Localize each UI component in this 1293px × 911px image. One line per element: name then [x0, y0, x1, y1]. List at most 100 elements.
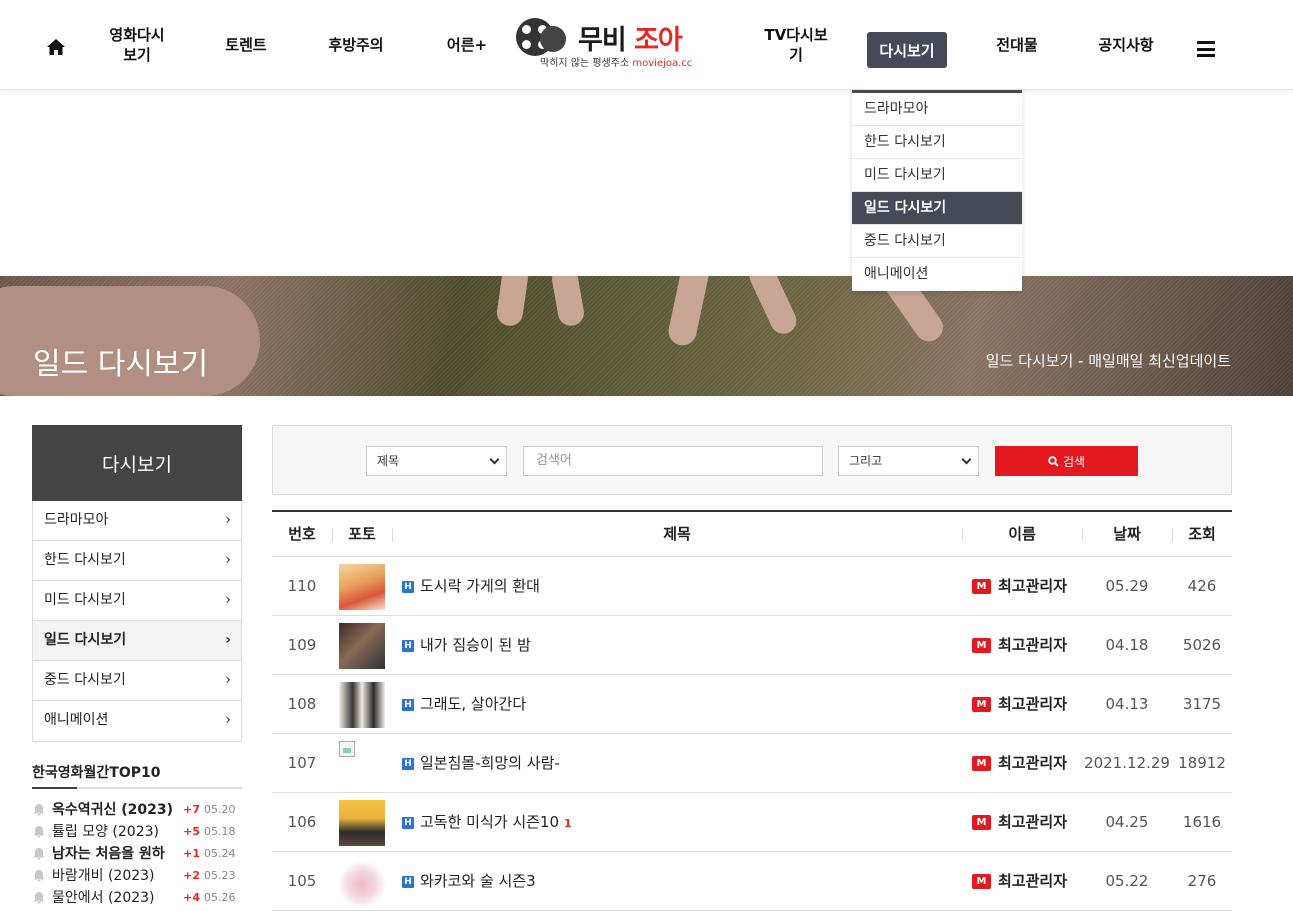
nav-item-torrent[interactable]: 토렌트 — [206, 0, 286, 90]
row-title[interactable]: H 내가 짐승이 된 밤 — [402, 616, 531, 674]
row-author[interactable]: M 최고관리자 — [972, 734, 1067, 792]
row-author[interactable]: M 최고관리자 — [972, 675, 1067, 733]
search-operator-select[interactable]: 그리고 — [838, 446, 979, 476]
nav-item-adult[interactable]: 어른+ — [427, 0, 507, 90]
sidebar-item-drama[interactable]: 드라마모아 › — [33, 501, 241, 541]
row-views: 18912 — [1178, 754, 1226, 772]
nav-item-tv[interactable]: TV다시보 기 — [756, 0, 836, 90]
logo-brand: 무비 조아 — [578, 25, 683, 56]
top10-item-title[interactable]: 튤립 모양 (2023) — [52, 821, 174, 841]
search-button[interactable]: 검색 — [995, 446, 1138, 476]
sidebar-item-kdrama[interactable]: 한드 다시보기 › — [33, 541, 241, 581]
top10-item-rank-change: +2 — [183, 868, 200, 882]
nav-item-notice[interactable]: 공지사항 — [1086, 0, 1166, 90]
new-badge-icon: H — [402, 698, 414, 711]
rewatch-dropdown: 드라마모아 한드 다시보기 미드 다시보기 일드 다시보기 중드 다시보기 애니… — [852, 90, 1022, 291]
dropdown-item-animation[interactable]: 애니메이션 — [852, 258, 1022, 291]
row-date: 04.13 — [1105, 695, 1149, 713]
row-title[interactable]: H 도시락 가게의 환대 — [402, 557, 540, 615]
table-row[interactable]: 105 H 와카코와 술 시즌3 M 최고관리자 05.22 276 — [272, 852, 1232, 911]
top10-item[interactable]: 옥수역귀신 (2023) +7 05.20 — [32, 798, 247, 820]
row-title[interactable]: H 그래도, 살아간다 — [402, 675, 526, 733]
row-views: 5026 — [1182, 636, 1222, 654]
hamburger-menu-icon[interactable] — [1197, 41, 1215, 57]
row-author[interactable]: M 최고관리자 — [972, 793, 1067, 851]
sidebar-item-udrama[interactable]: 미드 다시보기 › — [33, 581, 241, 621]
row-thumbnail[interactable] — [339, 682, 385, 728]
top10-item-title[interactable]: 남자는 처음을 원하 — [52, 843, 174, 863]
table-row[interactable]: 109 H 내가 짐승이 된 밤 M 최고관리자 04.18 5026 — [272, 616, 1232, 675]
dropdown-item-kdrama[interactable]: 한드 다시보기 — [852, 126, 1022, 159]
row-views: 426 — [1187, 577, 1217, 595]
dropdown-item-udrama[interactable]: 미드 다시보기 — [852, 159, 1022, 192]
sidebar-item-animation[interactable]: 애니메이션 › — [33, 701, 241, 741]
row-date: 05.22 — [1105, 872, 1149, 890]
column-views[interactable]: 조회 — [1172, 512, 1232, 557]
row-thumbnail[interactable] — [339, 800, 385, 846]
member-badge-icon: M — [972, 815, 991, 830]
new-badge-icon: H — [402, 816, 414, 829]
chevron-right-icon: › — [225, 712, 231, 728]
sidebar-item-jdrama[interactable]: 일드 다시보기 › — [33, 621, 241, 661]
bell-icon — [33, 869, 45, 882]
table-row[interactable]: 108 H 그래도, 살아간다 M 최고관리자 04.13 3175 — [272, 675, 1232, 734]
top10-item-title[interactable]: 옥수역귀신 (2023) — [52, 799, 174, 819]
row-author[interactable]: M 최고관리자 — [972, 557, 1067, 615]
row-title[interactable]: H 고독한 미식가 시즌10 1 — [402, 793, 572, 851]
row-author[interactable]: M 최고관리자 — [972, 852, 1067, 910]
top10-item[interactable]: 남자는 처음을 원하 +1 05.24 — [32, 842, 247, 864]
nav-item-sentai[interactable]: 전대물 — [977, 0, 1057, 90]
row-thumbnail[interactable] — [339, 623, 385, 669]
bell-icon — [33, 803, 45, 816]
table-row[interactable]: 110 H 도시락 가게의 환대 M 최고관리자 05.29 426 — [272, 557, 1232, 616]
chevron-right-icon: › — [225, 632, 231, 648]
table-header: 번호 포토 제목 이름 날짜 조회 — [272, 510, 1232, 557]
bell-icon — [33, 825, 45, 838]
nav-item-rear-warning[interactable]: 후방주의 — [316, 0, 396, 90]
nav-item-movies[interactable]: 영화다시 보기 — [92, 0, 182, 90]
new-badge-icon: H — [402, 580, 414, 593]
row-date: 2021.12.29 — [1084, 754, 1170, 772]
home-icon[interactable] — [46, 38, 66, 56]
top10-item-rank-change: +1 — [183, 846, 200, 860]
top10-divider — [32, 787, 242, 789]
top10-item[interactable]: 튤립 모양 (2023) +5 05.18 — [32, 820, 247, 842]
member-badge-icon: M — [972, 697, 991, 712]
row-date: 04.25 — [1105, 813, 1149, 831]
top10-item-title[interactable]: 바람개비 (2023) — [52, 865, 174, 885]
column-title[interactable]: 제목 — [392, 512, 962, 557]
page-banner: 일드 다시보기 일드 다시보기 - 매일매일 최신업데이트 — [0, 276, 1293, 396]
search-input[interactable]: 검색어 — [523, 446, 823, 476]
chevron-down-icon — [489, 454, 500, 465]
site-logo[interactable]: 무비 조아 막히지 않는 평생주소 moviejoa.cc — [514, 8, 696, 72]
top10-item-title[interactable]: 물안에서 (2023) — [52, 887, 174, 907]
sidebar-item-cdrama[interactable]: 중드 다시보기 › — [33, 661, 241, 701]
top10-item[interactable]: 바람개비 (2023) +2 05.23 — [32, 864, 247, 886]
chevron-right-icon: › — [225, 672, 231, 688]
row-title[interactable]: H 와카코와 술 시즌3 — [402, 852, 536, 910]
dropdown-item-jdrama[interactable]: 일드 다시보기 — [852, 192, 1022, 225]
column-date[interactable]: 날짜 — [1082, 512, 1172, 557]
top10-item[interactable]: 물안에서 (2023) +4 05.26 — [32, 886, 247, 908]
row-author[interactable]: M 최고관리자 — [972, 616, 1067, 674]
row-title[interactable]: H 일본침몰-희망의 사람- — [402, 734, 560, 792]
page-title: 일드 다시보기 — [33, 347, 209, 382]
table-row[interactable]: 107 H 일본침몰-희망의 사람- M 최고관리자 2021.12.29 1891… — [272, 734, 1232, 793]
row-thumbnail[interactable] — [339, 564, 385, 610]
top10-item-date: 05.23 — [204, 868, 236, 882]
broken-image-icon[interactable] — [339, 741, 355, 757]
dropdown-item-cdrama[interactable]: 중드 다시보기 — [852, 225, 1022, 258]
row-thumbnail[interactable] — [339, 859, 385, 905]
dropdown-item-drama[interactable]: 드라마모아 — [852, 93, 1022, 126]
top10-item-rank-change: +5 — [183, 824, 200, 838]
row-number: 109 — [287, 636, 317, 654]
top10-title: 한국영화월간TOP10 — [32, 765, 161, 781]
row-number: 105 — [287, 872, 317, 890]
table-row[interactable]: 106 H 고독한 미식가 시즌10 1 M 최고관리자 04.25 1616 — [272, 793, 1232, 852]
search-field-select[interactable]: 제목 — [366, 446, 507, 476]
column-photo: 포토 — [348, 525, 376, 543]
row-views: 1616 — [1182, 813, 1222, 831]
nav-item-rewatch[interactable]: 다시보기 — [867, 32, 947, 68]
film-reel-small-icon — [540, 26, 566, 52]
member-badge-icon: M — [972, 638, 991, 653]
